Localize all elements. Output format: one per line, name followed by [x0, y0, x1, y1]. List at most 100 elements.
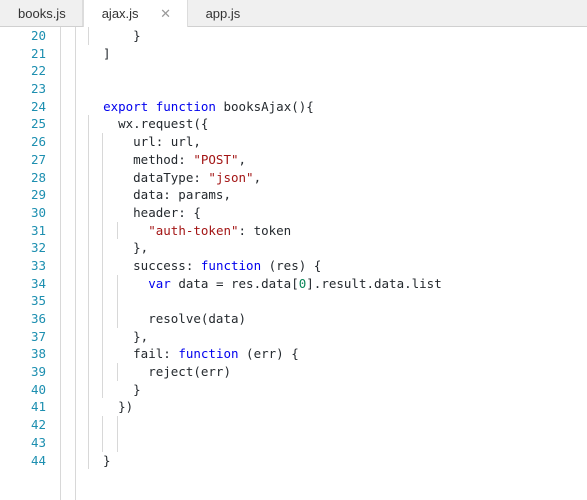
indent-guide — [88, 433, 89, 452]
code-line[interactable]: 35 — [0, 292, 587, 310]
line-number: 32 — [30, 240, 46, 256]
code-line-text: wx.request({ — [88, 115, 587, 133]
code-token: fail: — [88, 346, 179, 362]
line-number: 25 — [30, 116, 46, 132]
indent-guide — [117, 433, 118, 452]
line-number: 24 — [30, 98, 46, 114]
code-line[interactable]: 41 }) — [0, 398, 587, 417]
indent-guide — [117, 416, 118, 434]
code-line[interactable]: 31 "auth-token": token — [0, 221, 587, 240]
line-number: 27 — [30, 151, 46, 167]
indent-guide — [117, 292, 118, 310]
editor-tab-books-js[interactable]: books.js — [0, 0, 83, 26]
code-line[interactable]: 30 header: { — [0, 203, 587, 222]
editor-tab-label: books.js — [18, 5, 66, 21]
line-number: 26 — [30, 134, 46, 150]
line-number: 38 — [30, 346, 46, 362]
code-line-text: success: function (res) { — [88, 257, 587, 275]
indent-guide — [102, 292, 103, 310]
line-number: 23 — [30, 81, 46, 97]
code-token: }) — [88, 399, 134, 415]
code-token: ].result.data.list — [306, 275, 442, 291]
editor-tab-ajax-js[interactable]: ajax.js ✕ — [82, 0, 188, 27]
code-line[interactable]: 27 method: "POST", — [0, 150, 587, 169]
code-line[interactable]: 28 dataType: "json", — [0, 168, 587, 187]
code-line-text: data: params, — [88, 186, 587, 204]
editor-tab-app-js[interactable]: app.js — [187, 0, 257, 26]
code-line[interactable]: 23 — [0, 80, 587, 98]
code-line-text: reject(err) — [88, 363, 587, 381]
code-line[interactable]: 26 url: url, — [0, 133, 587, 151]
code-line[interactable]: 40 } — [0, 380, 587, 399]
editor-tab-label: app.js — [205, 5, 241, 21]
code-line[interactable]: 24 export function booksAjax(){ — [0, 98, 587, 116]
code-token: data = res.data[ — [170, 275, 299, 291]
code-line[interactable]: 37 }, — [0, 327, 587, 346]
close-icon[interactable]: ✕ — [155, 0, 177, 27]
line-number: 40 — [30, 381, 46, 397]
code-token: function — [155, 98, 216, 114]
code-line[interactable]: 34 var data = res.data[0].result.data.li… — [0, 274, 587, 293]
code-token: } — [88, 452, 111, 468]
code-line[interactable]: 39 reject(err) — [0, 363, 587, 381]
code-line[interactable]: 22 — [0, 62, 587, 80]
code-editor[interactable]: 20 } 21 ] 22 23 24 export function booksAjax… — [0, 27, 587, 500]
code-line-text: method: "POST", — [88, 151, 587, 169]
code-token: url: url, — [88, 134, 201, 150]
code-line-text: export function booksAjax(){ — [88, 98, 587, 116]
code-line[interactable]: 20 } — [0, 27, 587, 45]
code-line-text: } — [88, 27, 587, 45]
code-line[interactable]: 42 — [0, 416, 587, 434]
code-line[interactable]: 25 wx.request({ — [0, 115, 587, 134]
code-line-text: fail: function (err) { — [88, 345, 587, 363]
code-line[interactable]: 36 resolve(data) — [0, 310, 587, 328]
code-line[interactable]: 43 — [0, 433, 587, 452]
line-number: 20 — [30, 28, 46, 43]
code-line[interactable]: 44 } — [0, 451, 587, 470]
line-number: 31 — [30, 222, 46, 238]
line-number: 28 — [30, 169, 46, 185]
code-token: , — [238, 151, 247, 167]
code-token: , — [253, 169, 262, 185]
code-line[interactable]: 21 ] — [0, 45, 587, 63]
code-line-text: var data = res.data[0].result.data.list — [88, 275, 587, 293]
code-token: method: — [88, 151, 194, 167]
code-token: dataType: — [88, 169, 209, 185]
code-line-text: } — [88, 452, 587, 470]
code-line[interactable]: 32 }, — [0, 239, 587, 257]
indent-guide — [102, 416, 103, 434]
code-token: function — [200, 257, 262, 273]
editor-tab-label: ajax.js — [101, 6, 139, 21]
code-token: "json" — [208, 169, 254, 185]
line-number: 42 — [30, 417, 46, 433]
tab-bar-empty-area — [256, 0, 587, 26]
line-number: 43 — [30, 434, 46, 450]
code-token: wx.request({ — [88, 116, 209, 132]
code-token: var — [148, 275, 171, 291]
code-token: }, — [88, 240, 149, 256]
line-number: 44 — [30, 452, 46, 468]
line-number: 22 — [30, 63, 46, 79]
code-token: booksAjax(){ — [215, 98, 314, 114]
code-token: data: params, — [88, 187, 231, 203]
code-line-list: 20 } 21 ] 22 23 24 export function booksAjax… — [0, 27, 587, 470]
code-token: ] — [88, 45, 111, 61]
code-line[interactable]: 38 fail: function (err) { — [0, 345, 587, 364]
line-number: 37 — [30, 328, 46, 344]
line-number: 39 — [30, 364, 46, 380]
line-number: 21 — [30, 45, 46, 61]
code-line[interactable]: 29 data: params, — [0, 186, 587, 204]
line-number: 34 — [30, 275, 46, 291]
code-token: } — [88, 28, 141, 43]
code-token: "auth-token" — [148, 222, 239, 238]
code-line-text: "auth-token": token — [88, 222, 587, 240]
code-token: reject(err) — [88, 364, 231, 380]
line-number: 35 — [30, 293, 46, 309]
code-line[interactable]: 33 success: function (res) { — [0, 256, 587, 275]
editor-tab-bar: books.js ajax.js ✕ app.js — [0, 0, 587, 27]
code-token: resolve(data) — [88, 311, 247, 326]
